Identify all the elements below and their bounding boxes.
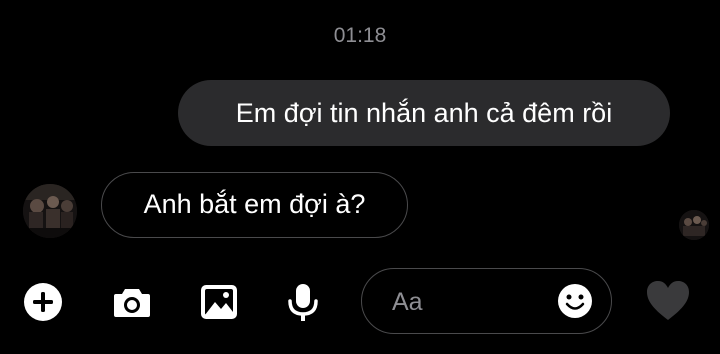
contact-avatar[interactable]	[23, 184, 77, 238]
seen-avatar-photo	[679, 210, 709, 240]
microphone-icon[interactable]	[283, 282, 323, 322]
camera-icon[interactable]	[112, 282, 152, 322]
seen-receipt-avatar	[679, 210, 709, 240]
message-timestamp: 01:18	[333, 24, 387, 47]
message-composer[interactable]	[361, 268, 612, 334]
plus-icon[interactable]	[23, 282, 63, 322]
heart-icon[interactable]	[644, 277, 692, 325]
incoming-message-bubble[interactable]: Anh bắt em đợi à?	[101, 172, 408, 238]
message-input[interactable]	[390, 281, 554, 323]
smile-icon[interactable]	[557, 283, 593, 319]
avatar-photo	[23, 184, 77, 238]
outgoing-message-bubble[interactable]: Em đợi tin nhắn anh cả đêm rồi	[178, 80, 670, 146]
image-icon[interactable]	[199, 282, 239, 322]
